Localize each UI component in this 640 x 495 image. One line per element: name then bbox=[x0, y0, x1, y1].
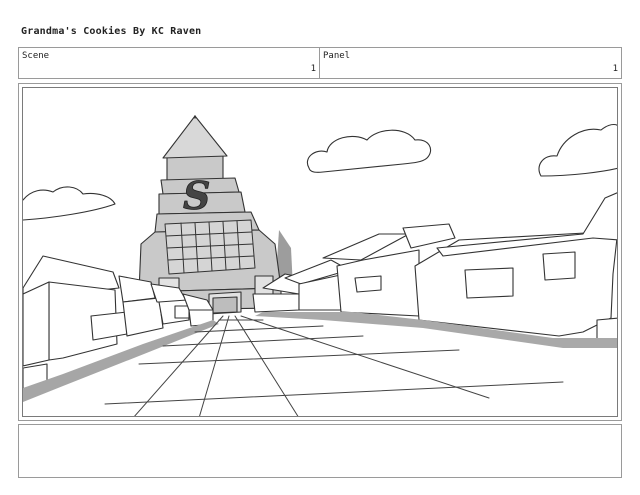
panel-drawing-area: S bbox=[22, 87, 618, 417]
panel-field: Panel 1 bbox=[319, 47, 622, 79]
scene-label: Scene bbox=[22, 51, 50, 61]
street-sketch: S bbox=[23, 115, 617, 416]
scene-field: Scene 1 bbox=[18, 47, 320, 79]
storyboard-panel: S bbox=[18, 83, 622, 421]
panel-label: Panel bbox=[323, 51, 351, 61]
storyboard-title: Grandma's Cookies By KC Raven bbox=[21, 26, 202, 37]
cloud-center bbox=[307, 129, 432, 173]
notes-box bbox=[18, 424, 622, 478]
panel-number: 1 bbox=[612, 64, 618, 74]
tower-letter: S bbox=[183, 173, 210, 218]
tower-window-grid bbox=[164, 219, 256, 275]
scene-number: 1 bbox=[310, 64, 316, 74]
cloud-left bbox=[23, 186, 116, 221]
houses-right bbox=[252, 192, 617, 343]
cloud-right bbox=[538, 123, 617, 177]
